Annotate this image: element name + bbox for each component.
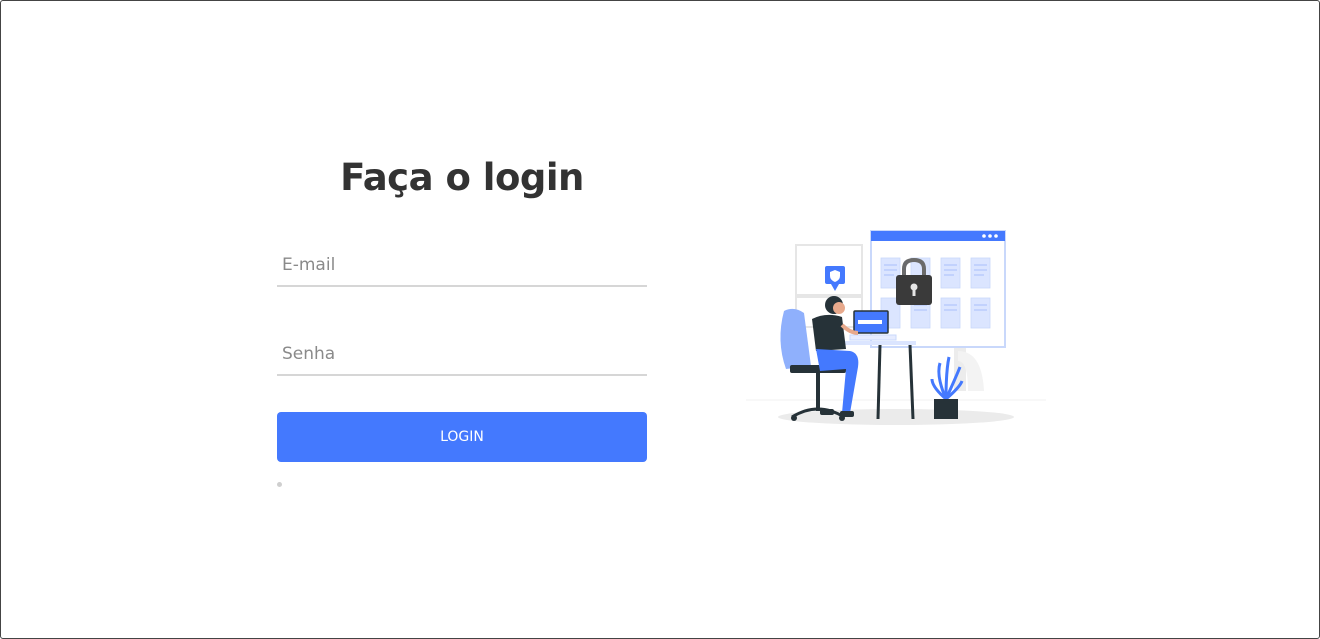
page-title: Faça o login — [340, 156, 584, 199]
status-dot — [277, 482, 282, 487]
big-screen — [870, 230, 1006, 348]
email-field[interactable] — [277, 245, 647, 287]
login-button[interactable]: LOGIN — [277, 412, 647, 462]
secure-login-illustration — [746, 230, 1046, 425]
floor-shadow — [778, 409, 1014, 425]
app-window: Faça o login LOGIN — [0, 0, 1320, 639]
password-field[interactable] — [277, 334, 647, 376]
login-form: Faça o login LOGIN — [277, 151, 647, 487]
